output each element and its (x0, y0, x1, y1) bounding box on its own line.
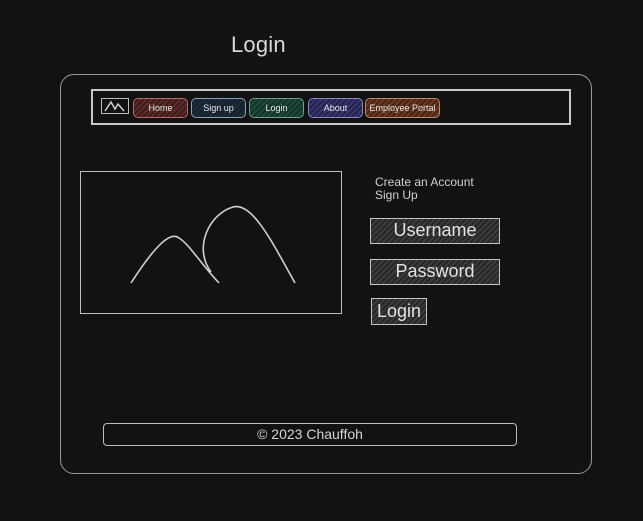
image-placeholder-icon (130, 205, 296, 284)
footer: © 2023 Chauffoh (103, 423, 517, 446)
nav-signup-button[interactable]: Sign up (191, 98, 246, 118)
sign-up-link[interactable]: Sign Up (375, 188, 418, 202)
nav-login-button[interactable]: Login (249, 98, 304, 118)
mountain-logo-icon[interactable] (101, 98, 129, 114)
page-title: Login (231, 32, 286, 57)
password-field[interactable]: Password (370, 259, 500, 285)
create-account-link[interactable]: Create an Account (375, 175, 474, 189)
username-field[interactable]: Username (370, 218, 500, 244)
nav-home-button[interactable]: Home (133, 98, 188, 118)
page: Login Home Sign up Login About Employee … (0, 0, 643, 521)
login-button[interactable]: Login (371, 298, 427, 325)
image-placeholder (80, 171, 342, 314)
nav-about-button[interactable]: About (308, 98, 363, 118)
nav-employee-portal-button[interactable]: Employee Portal (365, 98, 440, 118)
